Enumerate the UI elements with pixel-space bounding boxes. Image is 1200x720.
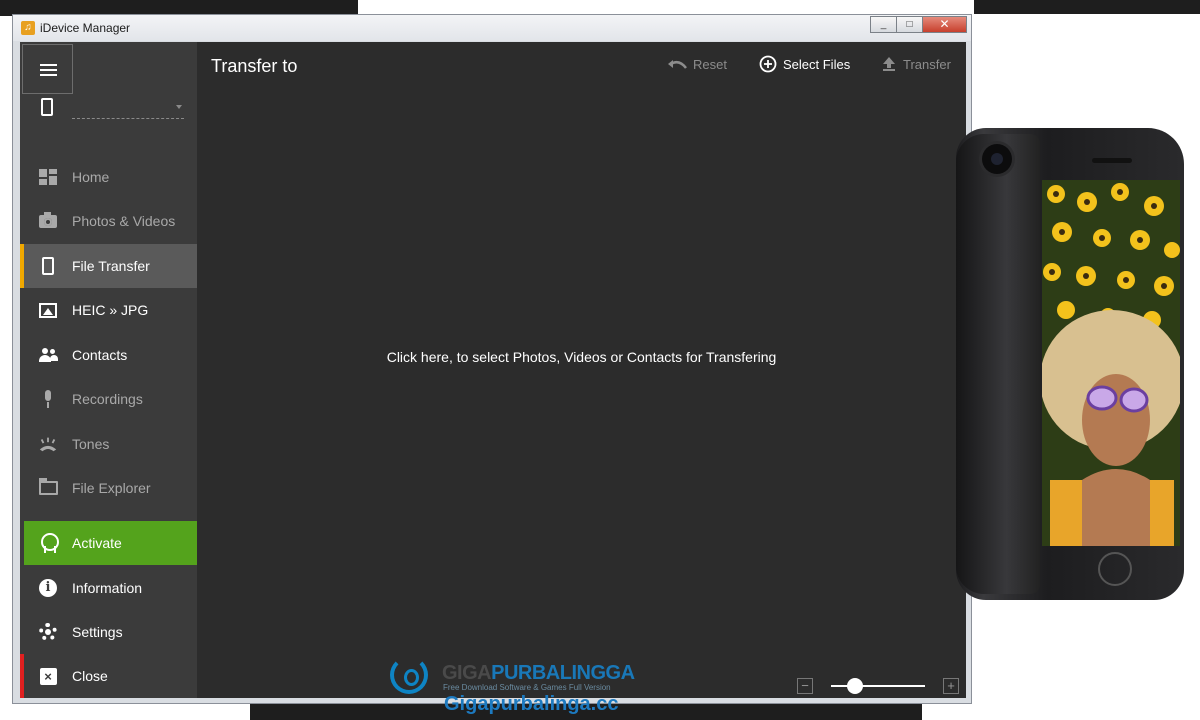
watermark-brand-part1: GIGA: [442, 662, 492, 684]
zoom-slider-thumb[interactable]: [846, 678, 863, 694]
select-files-button[interactable]: Select Files: [759, 54, 850, 74]
info-icon: i: [38, 578, 58, 598]
sidebar-item-label: Contacts: [72, 347, 128, 363]
transfer-button[interactable]: Transfer: [881, 54, 951, 74]
sidebar-item-file-explorer[interactable]: File Explorer: [20, 466, 197, 510]
sidebar-item-label: File Transfer: [72, 258, 150, 274]
client-area: Home Photos & Videos File Transfer HEIC …: [20, 42, 966, 698]
window-title: iDevice Manager: [40, 21, 131, 35]
sidebar-item-recordings[interactable]: Recordings: [20, 377, 197, 421]
sidebar-item-label: Information: [72, 580, 143, 596]
iphone-home-button: [1098, 552, 1132, 586]
minimize-button[interactable]: _: [870, 16, 896, 33]
window-controls: _ □ ✕: [870, 16, 967, 33]
activate-label: Activate: [72, 535, 122, 551]
menu-toggle-button[interactable]: [22, 44, 73, 94]
window-close-button[interactable]: ✕: [922, 16, 967, 33]
badge-icon: [38, 533, 59, 553]
ringtone-icon-svg: [39, 437, 57, 452]
watermark: GIGAPURBALINGGA Free Download Software &…: [390, 652, 640, 718]
home-grid-icon: [38, 167, 58, 187]
upload-icon: [881, 56, 897, 72]
zoom-out-button[interactable]: −: [797, 678, 813, 694]
watermark-logo-icon: [390, 656, 428, 694]
people-icon: [38, 345, 58, 365]
main-panel[interactable]: Transfer to Reset Select Files Transfer …: [197, 42, 966, 698]
device-dropdown[interactable]: [72, 102, 184, 119]
sidebar-item-label: Recordings: [72, 391, 143, 407]
sidebar-item-home[interactable]: Home: [20, 155, 197, 199]
maximize-button[interactable]: □: [896, 16, 922, 33]
iphone-back: [956, 134, 1040, 594]
app-window: ♫ iDevice Manager _ □ ✕ Home Photos & Vi…: [12, 14, 972, 704]
title-bar[interactable]: ♫ iDevice Manager _ □ ✕: [13, 15, 971, 41]
ringtone-icon: [38, 434, 58, 454]
microphone-icon: [38, 389, 58, 409]
sidebar-item-contacts[interactable]: Contacts: [20, 333, 197, 377]
watermark-brand: GIGAPURBALINGGA: [442, 662, 635, 685]
select-files-label: Select Files: [783, 56, 851, 72]
sidebar-item-label: File Explorer: [72, 480, 151, 496]
sidebar-item-information[interactable]: i Information: [20, 566, 197, 610]
iphone-image: [956, 128, 1186, 600]
iphone-screen: [1042, 180, 1180, 546]
select-content-hint[interactable]: Click here, to select Photos, Videos or …: [197, 349, 966, 365]
sidebar-item-close[interactable]: × Close: [20, 654, 197, 698]
page-title: Transfer to: [211, 56, 298, 76]
activate-button[interactable]: Activate: [24, 521, 197, 565]
undo-icon: [667, 58, 687, 70]
sidebar-item-label: Home: [72, 169, 110, 185]
backdrop-top-right: [974, 0, 1200, 14]
sidebar-item-label: Photos & Videos: [72, 213, 176, 229]
zoom-in-button[interactable]: +: [943, 678, 959, 694]
reset-button[interactable]: Reset: [667, 54, 727, 74]
picture-icon: [38, 300, 58, 320]
watermark-url: Gigapurbalinga.cc: [444, 693, 619, 715]
app-icon: ♫: [21, 21, 35, 35]
sidebar-item-heic-jpg[interactable]: HEIC » JPG: [20, 288, 197, 332]
watermark-brand-part2: PURBALINGGA: [491, 662, 635, 684]
chevron-down-icon: [176, 105, 182, 109]
hamburger-icon-bar: [40, 74, 57, 76]
reset-label: Reset: [693, 56, 727, 72]
iphone-speaker: [1092, 158, 1132, 163]
phone-icon: [38, 256, 58, 276]
folder-icon: [38, 478, 58, 498]
camera-icon: [38, 211, 58, 231]
zoom-slider-track[interactable]: [831, 685, 925, 687]
sidebar-item-settings[interactable]: Settings: [20, 610, 197, 654]
transfer-label: Transfer: [903, 56, 951, 72]
sidebar-item-label: HEIC » JPG: [72, 302, 149, 318]
hamburger-icon-bar: [40, 69, 57, 71]
gear-icon: [38, 622, 58, 642]
close-icon: ×: [38, 666, 58, 686]
iphone-wallpaper: [1042, 180, 1180, 546]
sidebar-item-file-transfer[interactable]: File Transfer: [20, 244, 197, 288]
hamburger-icon: [40, 64, 57, 66]
plus-circle-icon: [759, 55, 777, 73]
watermark-tagline: Free Download Software & Games Full Vers…: [443, 683, 611, 692]
device-phone-icon: [41, 98, 53, 116]
sidebar: Home Photos & Videos File Transfer HEIC …: [20, 42, 197, 698]
sidebar-item-photos-videos[interactable]: Photos & Videos: [20, 199, 197, 243]
sidebar-item-label: Settings: [72, 624, 123, 640]
device-selector[interactable]: [20, 96, 197, 136]
sidebar-item-tones[interactable]: Tones: [20, 422, 197, 466]
sidebar-item-label: Tones: [72, 436, 110, 452]
sidebar-item-label: Close: [72, 668, 108, 684]
iphone-camera-icon: [982, 144, 1012, 174]
